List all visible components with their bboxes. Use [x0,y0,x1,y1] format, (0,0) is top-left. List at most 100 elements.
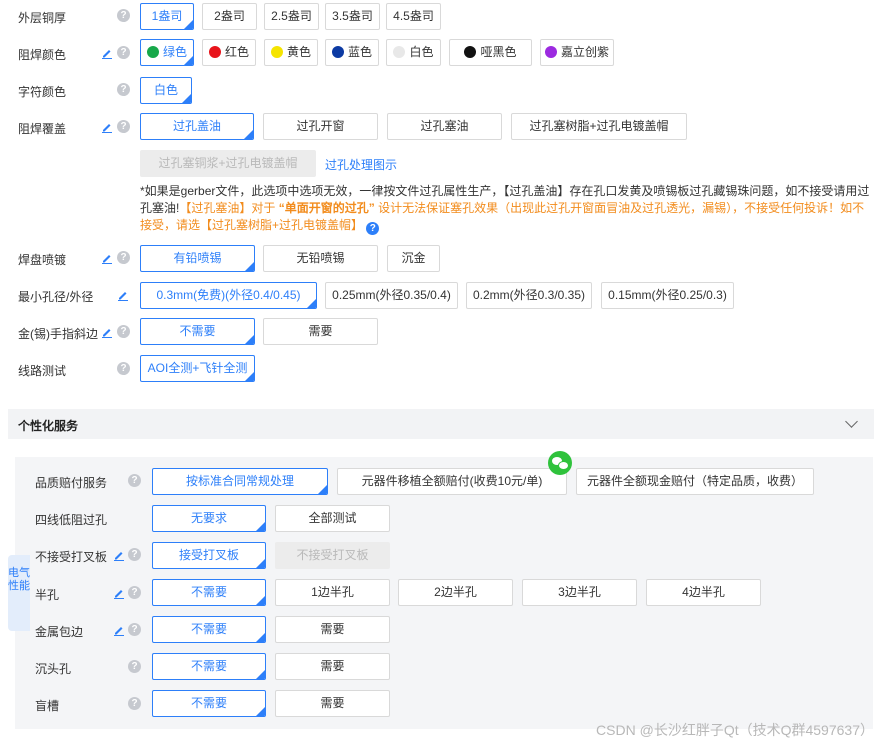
bevel-label: 金(锡)手指斜边 [18,327,98,341]
hole-0-25-option[interactable]: 0.25mm(外径0.35/0.4) [325,282,458,309]
hole-0-15-option[interactable]: 0.15mm(外径0.25/0.3) [601,282,734,309]
purple-swatch-icon [544,46,557,58]
edit-pencil-icon[interactable] [101,121,113,133]
help-icon[interactable]: ? [128,697,141,710]
option-2-5oz[interactable]: 2.5盎司 [264,3,319,30]
edit-pencil-icon[interactable] [113,549,125,561]
quality-standard-option[interactable]: 按标准合同常规处理 [152,468,328,495]
min-hole-label: 最小孔径/外径 [18,290,94,304]
white-swatch-icon [393,46,406,58]
via-open-option[interactable]: 过孔开窗 [263,113,378,140]
quality-cash-option[interactable]: 元器件全额现金赔付（特定品质，收费） [576,468,814,495]
via-copper-paste-option: 过孔塞铜浆+过孔电镀盖帽 [140,150,316,177]
half-hole-4-option[interactable]: 4边半孔 [646,579,761,606]
help-icon[interactable]: ? [366,222,380,235]
color-white-option[interactable]: 白色 [386,39,441,66]
notice-emphasis-text: “单面开窗的过孔” [278,201,375,215]
four-wire-all-option[interactable]: 全部测试 [275,505,390,532]
notice-warning-text: 【过孔塞油】对于 [179,201,276,215]
option-4-5oz[interactable]: 4.5盎司 [386,3,441,30]
color-purple-option[interactable]: 嘉立创紫 [540,39,614,66]
hole-0-2-option[interactable]: 0.2mm(外径0.3/0.35) [466,282,592,309]
half-hole-none-option[interactable]: 不需要 [152,579,266,606]
option-label: 白色 [409,45,434,59]
countersink-no-option[interactable]: 不需要 [152,653,266,680]
hasl-leadfree-option[interactable]: 无铅喷锡 [263,245,378,272]
option-label: 哑黑色 [480,45,517,59]
help-icon[interactable]: ? [128,474,141,487]
yellow-swatch-icon [270,46,283,58]
option-2oz[interactable]: 2盎司 [202,3,257,30]
help-icon[interactable]: ? [117,46,130,59]
color-yellow-option[interactable]: 黄色 [264,39,318,66]
edit-pencil-icon[interactable] [113,587,125,599]
wechat-icon[interactable] [548,451,572,475]
edit-pencil-icon[interactable] [101,326,113,338]
black-swatch-icon [464,46,477,58]
help-icon[interactable]: ? [128,548,141,561]
color-red-option[interactable]: 红色 [202,39,256,66]
option-label: 蓝色 [347,45,372,59]
half-hole-1-option[interactable]: 1边半孔 [275,579,390,606]
section-title: 个性化服务 [18,419,79,433]
test-label: 线路测试 [18,364,67,378]
aoi-flying-probe-option[interactable]: AOI全测+飞针全测 [140,355,255,382]
option-label: 红色 [224,45,249,59]
help-icon[interactable]: ? [128,660,141,673]
metal-edge-no-option[interactable]: 不需要 [152,616,266,643]
outer-copper-label: 外层铜厚 [18,11,67,25]
via-resin-option[interactable]: 过孔塞树脂+过孔电镀盖帽 [511,113,687,140]
option-3-5oz[interactable]: 3.5盎司 [325,3,380,30]
blue-swatch-icon [331,46,344,58]
hole-0-3-option[interactable]: 0.3mm(免费)(外径0.4/0.45) [140,282,317,309]
blind-slot-yes-option[interactable]: 需要 [275,690,390,717]
blind-slot-label: 盲槽 [35,699,60,713]
option-label: 嘉立创紫 [560,45,609,59]
color-matte-black-option[interactable]: 哑黑色 [449,39,532,66]
help-icon[interactable]: ? [128,586,141,599]
countersink-yes-option[interactable]: 需要 [275,653,390,680]
quality-transplant-option[interactable]: 元器件移植全额赔付(收费10元/单) [337,468,567,495]
personalized-service-header[interactable]: 个性化服务 [8,409,874,439]
surface-label: 焊盘喷镀 [18,253,67,267]
color-blue-option[interactable]: 蓝色 [325,39,379,66]
half-hole-label: 半孔 [35,588,60,602]
via-tented-option[interactable]: 过孔盖油 [140,113,254,140]
mask-cover-label: 阻焊覆盖 [18,122,67,136]
option-1oz[interactable]: 1盎司 [140,3,194,30]
via-plugged-option[interactable]: 过孔塞油 [387,113,502,140]
quality-label: 品质赔付服务 [35,476,108,490]
edit-pencil-icon[interactable] [101,252,113,264]
half-hole-2-option[interactable]: 2边半孔 [398,579,513,606]
via-notice: *如果是gerber文件，此选项中选项无效，一律按文件过孔属性生产，【过孔盖油】… [140,183,875,235]
help-icon[interactable]: ? [117,325,130,338]
bevel-no-option[interactable]: 不需要 [140,318,255,345]
four-wire-none-option[interactable]: 无要求 [152,505,266,532]
help-icon[interactable]: ? [117,9,130,22]
color-green-option[interactable]: 绿色 [140,39,194,66]
electrical-performance-tab[interactable]: 电气性能 [8,555,30,631]
metal-edge-yes-option[interactable]: 需要 [275,616,390,643]
chevron-down-icon[interactable] [845,415,858,428]
option-label: 绿色 [162,45,187,59]
enig-option[interactable]: 沉金 [387,245,440,272]
help-icon[interactable]: ? [117,251,130,264]
blind-slot-no-option[interactable]: 不需要 [152,690,266,717]
watermark: CSDN @长沙红胖子Qt（技术Q群4597637） [596,722,874,738]
silk-white-option[interactable]: 白色 [140,77,192,104]
hasl-leaded-option[interactable]: 有铅喷锡 [140,245,255,272]
edit-pencil-icon[interactable] [117,289,129,301]
help-icon[interactable]: ? [117,362,130,375]
edit-pencil-icon[interactable] [101,47,113,59]
help-icon[interactable]: ? [128,623,141,636]
metal-edge-label: 金属包边 [35,625,84,639]
half-hole-3-option[interactable]: 3边半孔 [522,579,637,606]
help-icon[interactable]: ? [117,83,130,96]
edit-pencil-icon[interactable] [113,624,125,636]
four-wire-label: 四线低阻过孔 [35,513,108,527]
red-swatch-icon [208,46,221,58]
bevel-yes-option[interactable]: 需要 [263,318,378,345]
via-diagram-link[interactable]: 过孔处理图示 [325,156,397,173]
help-icon[interactable]: ? [117,120,130,133]
accept-x-board-option[interactable]: 接受打叉板 [152,542,266,569]
